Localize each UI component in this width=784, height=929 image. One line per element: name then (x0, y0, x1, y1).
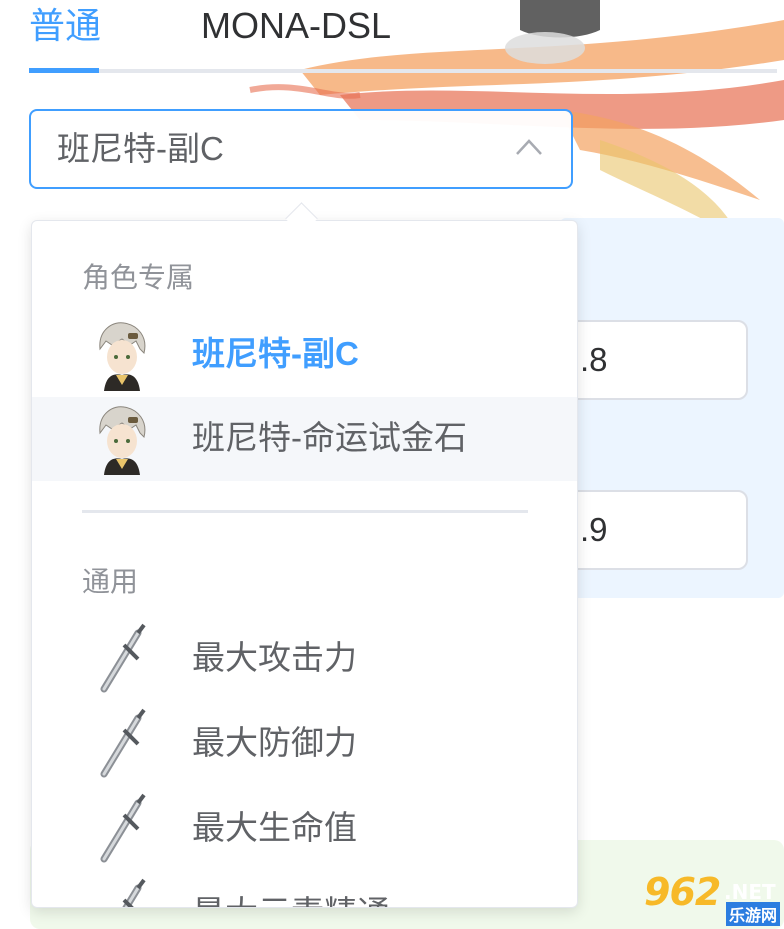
bennett-avatar-icon (99, 406, 146, 475)
param-input-1-value: .8 (580, 341, 608, 378)
watermark-net: .NET (724, 880, 776, 904)
sword-icon (100, 623, 146, 693)
option-label: 最大攻击力 (192, 639, 357, 676)
option-bennett-sub-c[interactable]: 班尼特-副C (32, 313, 577, 397)
option-label: 最大生命值 (192, 809, 357, 846)
option-max-em[interactable]: 最大元素精通 (32, 872, 577, 907)
param-input-1[interactable]: .8 (560, 320, 748, 400)
sword-icon (100, 793, 146, 863)
tab-active-indicator (29, 68, 99, 73)
option-label: 班尼特-副C (192, 335, 359, 372)
group-label-general: 通用 (82, 566, 139, 597)
group-label-character: 角色专属 (82, 262, 195, 293)
tabs-bar: 普通 MONA-DSL (29, 0, 777, 74)
param-input-2-value: .9 (580, 511, 608, 548)
param-input-2[interactable]: .9 (560, 490, 748, 570)
tab-normal[interactable]: 普通 (29, 4, 101, 48)
sword-icon (122, 878, 146, 907)
sword-icon (100, 708, 146, 778)
option-label: 班尼特-命运试金石 (192, 419, 467, 456)
bennett-avatar-icon (99, 322, 146, 391)
option-max-atk[interactable]: 最大攻击力 (32, 617, 577, 701)
option-bennett-touchstone[interactable]: 班尼特-命运试金石 (32, 397, 577, 481)
tabs-underline (29, 69, 777, 73)
option-label: 最大防御力 (192, 724, 357, 761)
chevron-up-icon (516, 139, 542, 155)
watermark-logo: 962 .NET 乐游网 (644, 870, 780, 926)
group-divider (82, 510, 528, 513)
watermark-number: 962 (644, 870, 721, 914)
option-max-hp[interactable]: 最大生命值 (32, 787, 577, 871)
option-label: 最大元素精通 (192, 892, 390, 907)
option-max-def[interactable]: 最大防御力 (32, 702, 577, 786)
preset-dropdown: 角色专属 班尼特-副C 班尼特-命运试金石 通用 最大攻击力 最大防御力 最大生… (31, 220, 578, 908)
tab-mona-dsl[interactable]: MONA-DSL (201, 4, 391, 48)
preset-select[interactable]: 班尼特-副C (29, 109, 573, 189)
select-value: 班尼特-副C (57, 130, 224, 167)
watermark-sub: 乐游网 (726, 902, 780, 926)
